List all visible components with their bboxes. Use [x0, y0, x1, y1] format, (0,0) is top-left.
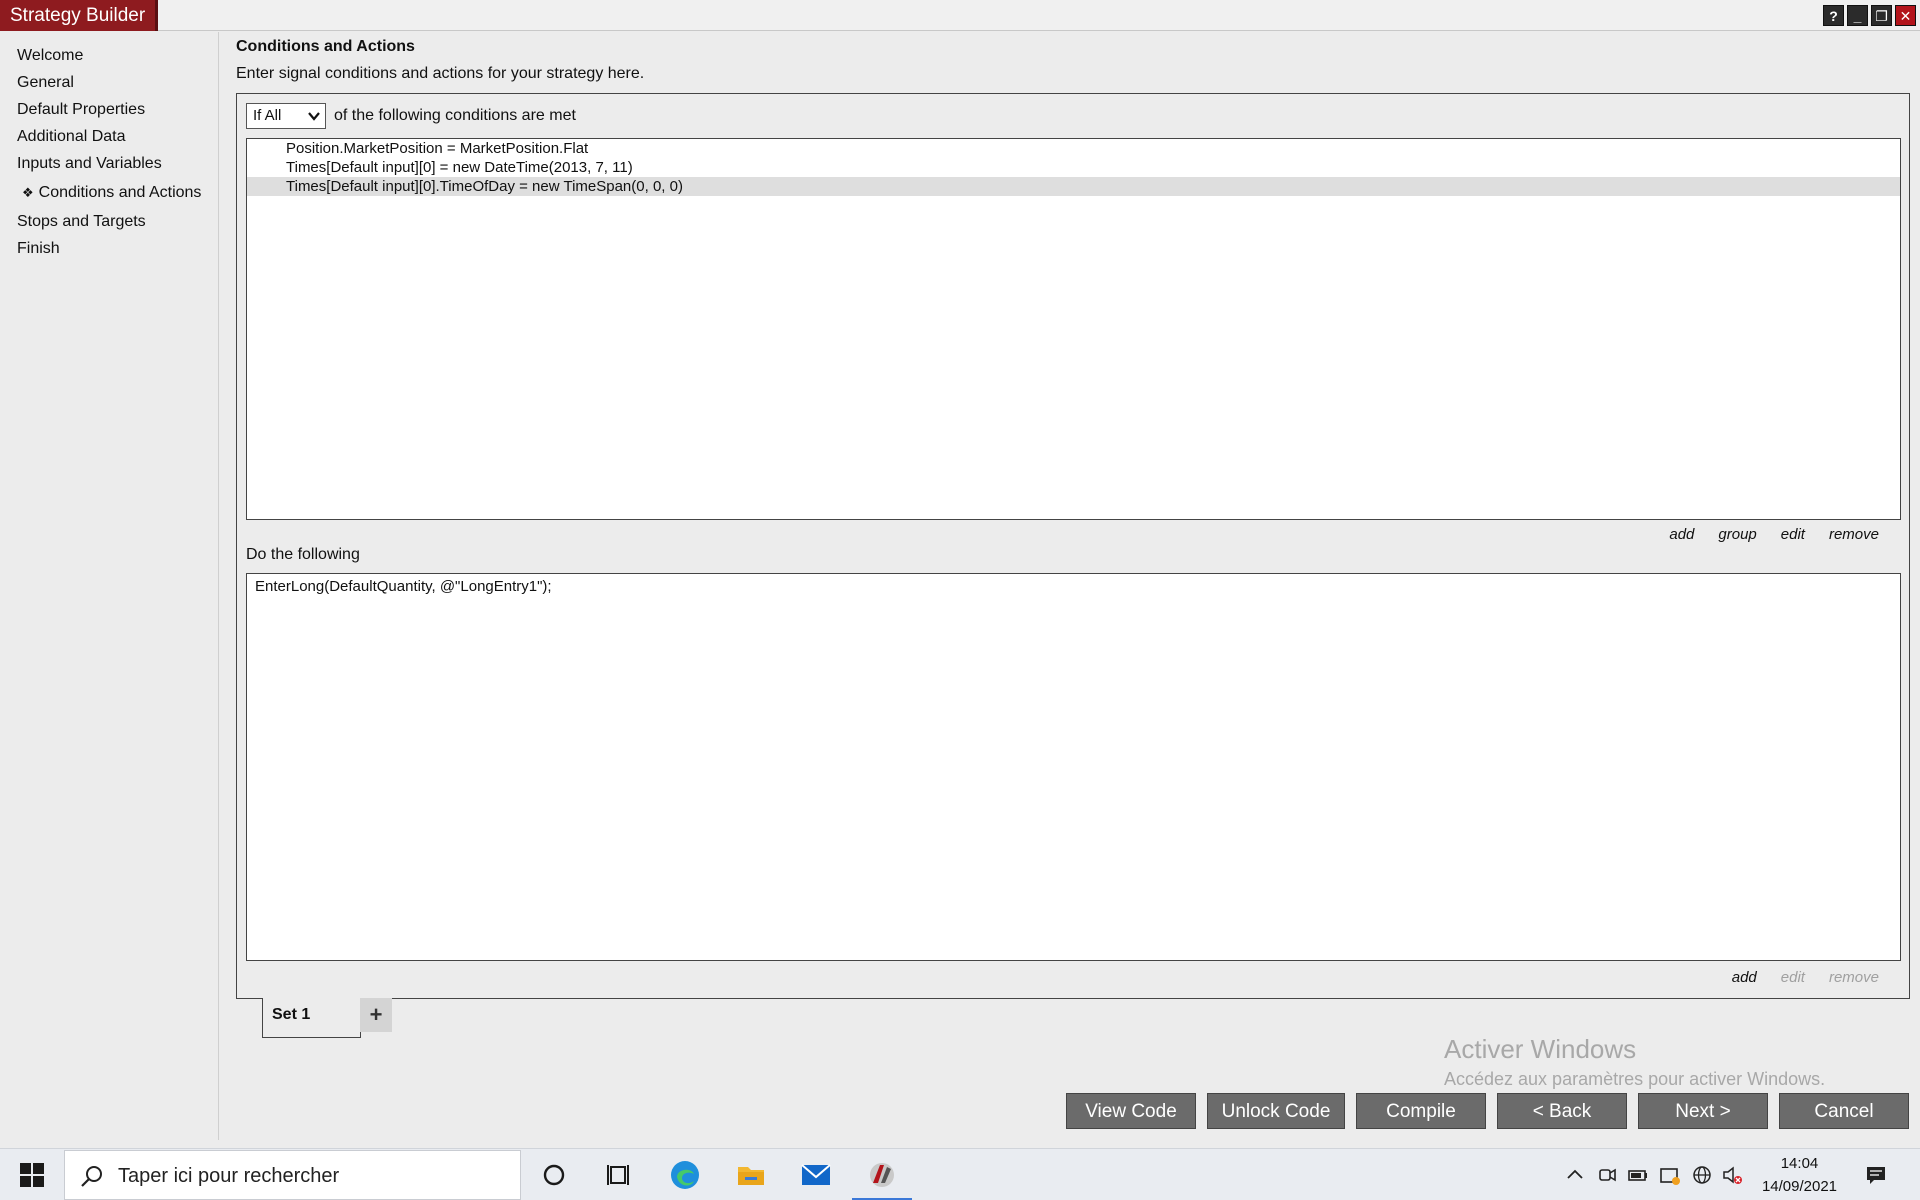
unlock-code-button[interactable]: Unlock Code — [1207, 1093, 1345, 1129]
clock-date: 14/09/2021 — [1761, 1178, 1838, 1195]
nav-item-conditions-and-actions[interactable]: ❖ Conditions and Actions — [0, 177, 218, 208]
conditions-actions-panel: If All of the following conditions are m… — [236, 93, 1910, 999]
view-code-button[interactable]: View Code — [1066, 1093, 1196, 1129]
condition-actions: add group edit remove — [1669, 526, 1879, 543]
minimize-button[interactable]: _ — [1847, 5, 1868, 26]
taskbar: Taper ici pour rechercher 14:04 14/09/20… — [0, 1148, 1920, 1200]
search-icon — [79, 1164, 105, 1190]
condition-row[interactable]: Position.MarketPosition = MarketPosition… — [247, 139, 1900, 158]
next-button[interactable]: Next > — [1638, 1093, 1768, 1129]
meet-now-icon[interactable] — [1596, 1164, 1618, 1186]
condition-edit-link[interactable]: edit — [1781, 526, 1805, 543]
actions-list: EnterLong(DefaultQuantity, @"LongEntry1"… — [246, 573, 1901, 961]
action-add-link[interactable]: add — [1732, 969, 1757, 986]
tab-set-1[interactable]: Set 1 — [262, 998, 361, 1038]
clock-time: 14:04 — [1780, 1155, 1819, 1172]
nav-item-label: Inputs and Variables — [17, 155, 162, 172]
volume-muted-icon[interactable] — [1721, 1164, 1743, 1186]
notifications-icon[interactable] — [1865, 1164, 1887, 1186]
restore-button[interactable]: ❐ — [1871, 5, 1892, 26]
back-button[interactable]: < Back — [1497, 1093, 1627, 1129]
wizard-nav: Welcome General Default Properties Addit… — [0, 32, 219, 1140]
battery-icon[interactable] — [1627, 1164, 1649, 1186]
window-controls: ? _ ❐ ✕ — [1823, 5, 1916, 26]
action-actions: add edit remove — [1732, 969, 1879, 986]
condition-row-selected[interactable]: Times[Default input][0].TimeOfDay = new … — [247, 177, 1900, 196]
add-set-button[interactable]: + — [360, 998, 392, 1032]
action-row[interactable]: EnterLong(DefaultQuantity, @"LongEntry1"… — [247, 574, 1900, 595]
condition-group-link[interactable]: group — [1718, 526, 1756, 543]
mail-icon[interactable] — [800, 1159, 832, 1191]
condition-remove-link[interactable]: remove — [1829, 526, 1879, 543]
close-button[interactable]: ✕ — [1895, 5, 1916, 26]
window-title: Strategy Builder — [0, 0, 159, 31]
nav-item-label: Default Properties — [17, 101, 146, 118]
windows-start-icon[interactable] — [20, 1163, 44, 1187]
file-explorer-icon[interactable] — [735, 1159, 767, 1191]
condition-mode-label: of the following conditions are met — [334, 107, 576, 124]
nav-item-label: Additional Data — [17, 128, 126, 145]
page-subtitle: Enter signal conditions and actions for … — [236, 65, 645, 82]
conditions-list: Position.MarketPosition = MarketPosition… — [246, 138, 1901, 520]
ninjatrader-icon[interactable] — [866, 1159, 898, 1191]
taskbar-search[interactable]: Taper ici pour rechercher — [64, 1150, 521, 1200]
nav-item-general[interactable]: General — [0, 69, 218, 96]
activation-watermark-text: Accédez aux paramètres pour activer Wind… — [1444, 1069, 1826, 1089]
nav-item-stops-and-targets[interactable]: Stops and Targets — [0, 208, 218, 235]
network-globe-icon[interactable] — [1691, 1164, 1713, 1186]
edge-browser-icon[interactable] — [669, 1159, 701, 1191]
actions-label: Do the following — [246, 546, 360, 563]
search-placeholder: Taper ici pour rechercher — [118, 1165, 340, 1187]
title-bar: Strategy Builder ? _ ❐ ✕ — [0, 0, 1920, 31]
active-bullet-icon: ❖ — [22, 185, 34, 200]
nav-item-label: Welcome — [17, 47, 84, 64]
nav-item-finish[interactable]: Finish — [0, 235, 218, 262]
nav-item-label: Finish — [17, 240, 60, 257]
cortana-icon[interactable] — [538, 1159, 570, 1191]
taskbar-clock[interactable]: 14:04 14/09/2021 — [1752, 1152, 1847, 1198]
cancel-button[interactable]: Cancel — [1779, 1093, 1909, 1129]
chevron-up-icon[interactable] — [1564, 1164, 1586, 1186]
nav-item-default-properties[interactable]: Default Properties — [0, 96, 218, 123]
task-view-icon[interactable] — [603, 1159, 635, 1191]
sync-status-icon[interactable] — [1659, 1164, 1681, 1186]
condition-mode-select[interactable]: If All — [246, 103, 326, 129]
nav-item-additional-data[interactable]: Additional Data — [0, 123, 218, 150]
compile-button[interactable]: Compile — [1356, 1093, 1486, 1129]
nav-item-inputs-and-variables[interactable]: Inputs and Variables — [0, 150, 218, 177]
nav-item-label: Stops and Targets — [17, 213, 146, 230]
condition-add-link[interactable]: add — [1669, 526, 1694, 543]
nav-item-welcome[interactable]: Welcome — [0, 42, 218, 69]
page-title: Conditions and Actions — [236, 38, 415, 55]
nav-item-label: General — [17, 74, 74, 91]
condition-mode-value: If All — [253, 107, 282, 124]
chevron-down-icon — [307, 104, 321, 136]
condition-row[interactable]: Times[Default input][0] = new DateTime(2… — [247, 158, 1900, 177]
activation-watermark-title: Activer Windows — [1444, 1034, 1637, 1064]
help-button[interactable]: ? — [1823, 5, 1844, 26]
action-edit-link: edit — [1780, 969, 1805, 986]
action-remove-link: remove — [1828, 969, 1879, 986]
nav-item-label: Conditions and Actions — [38, 184, 202, 201]
